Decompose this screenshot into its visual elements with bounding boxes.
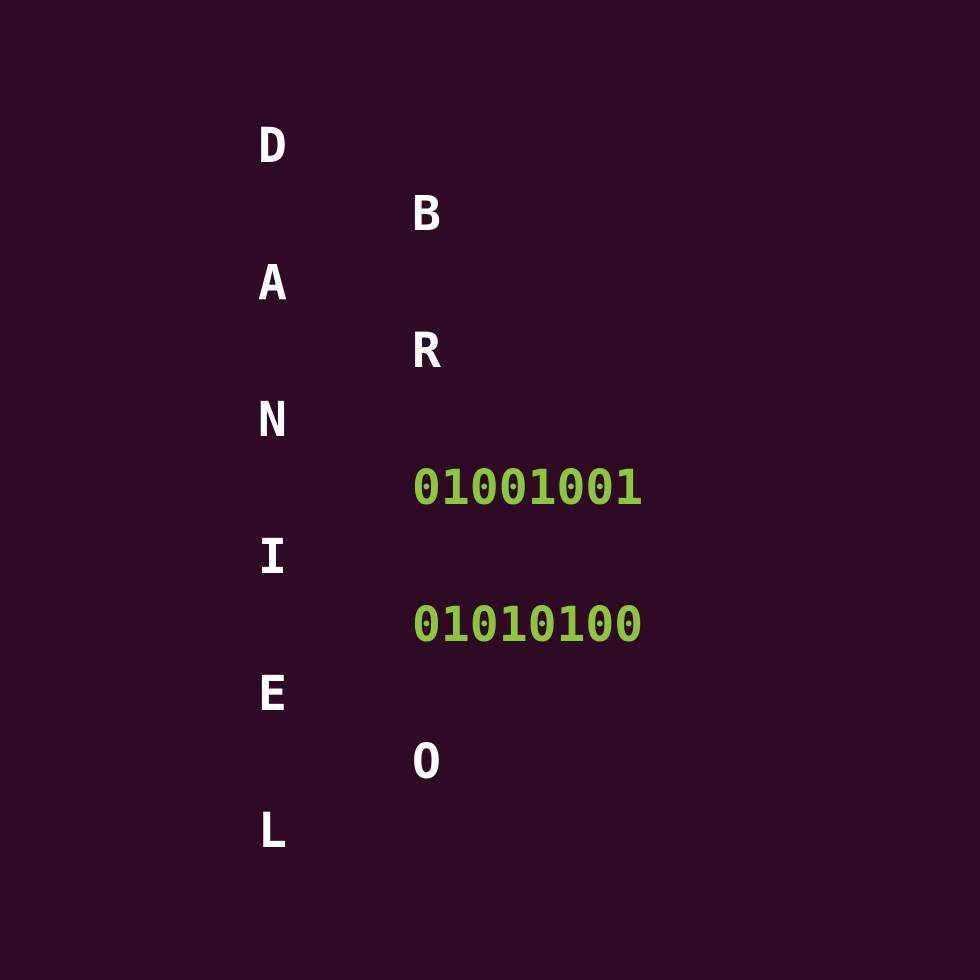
right-binary-first: 01001001 [412,460,644,516]
right-letter-b: B [412,186,441,242]
left-letter-a: A [258,255,287,311]
left-letter-d: D [258,118,287,174]
left-letter-e: E [258,666,287,722]
right-binary-second: 01010100 [412,597,644,653]
left-letter-l: L [258,803,287,859]
canvas: D A N I E L B R 01001001 01010100 O [0,0,980,980]
right-letter-r: R [412,323,441,379]
left-letter-n: N [258,392,287,448]
left-letter-i: I [258,529,287,585]
right-letter-o: O [412,734,441,790]
